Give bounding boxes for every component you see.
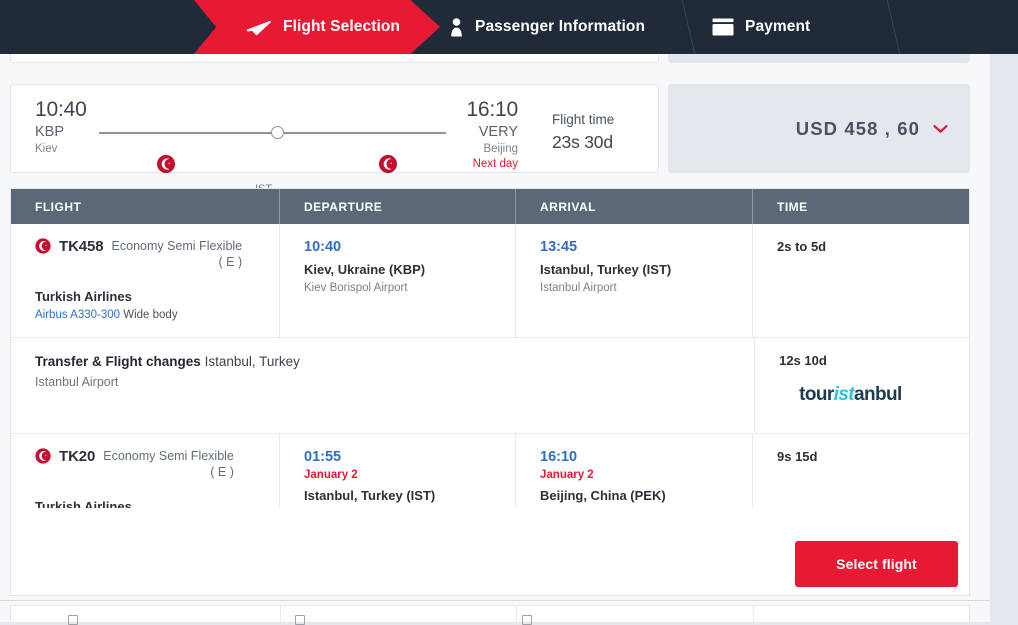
- tab-payment-label: Payment: [745, 18, 811, 35]
- airplane-icon: [246, 19, 272, 36]
- departure-cell: 10:40 Kiev, Ukraine (KBP) Kiev Borispol …: [280, 224, 516, 337]
- person-icon: [449, 17, 464, 37]
- placeholder-icon: [68, 615, 78, 625]
- time-cell: 2s to 5d: [753, 224, 969, 337]
- tab-payment[interactable]: Payment: [712, 0, 810, 54]
- summary-arrival-code: VERY: [478, 124, 518, 140]
- arrival-time: 16:10: [540, 449, 578, 465]
- touristanbul-logo-part2: ist: [833, 384, 855, 405]
- fare-family: Economy Semi Flexible ( E ): [112, 238, 243, 270]
- arrival-airport: Istanbul Airport: [540, 282, 617, 294]
- summary-flight-time-value: 23s 30d: [552, 132, 613, 152]
- flight-number: TK458: [59, 238, 104, 255]
- tab-flight-selection[interactable]: Flight Selection: [194, 0, 440, 54]
- stepper-separator: [647, 0, 697, 54]
- arrival-city: Istanbul, Turkey (IST): [540, 262, 672, 277]
- touristanbul-logo-part1: tour: [799, 384, 834, 405]
- booking-class: ( E ): [218, 255, 243, 269]
- column-divider: [280, 606, 281, 623]
- time-cell: 12s 10d touristanbul: [755, 338, 969, 433]
- chevron-down-icon[interactable]: [933, 124, 948, 134]
- transfer-cell: Transfer & Flight changes Istanbul, Turk…: [11, 338, 756, 433]
- transfer-location: Istanbul, Turkey: [204, 354, 300, 369]
- placeholder-icon: [522, 615, 532, 625]
- departure-city: Kiev, Ukraine (KBP): [304, 262, 426, 277]
- aircraft-link[interactable]: Airbus A330-300: [35, 309, 120, 321]
- tab-passenger-information-label: Passenger Information: [475, 18, 646, 35]
- departure-time: 01:55: [304, 449, 342, 465]
- tab-flight-selection-label: Flight Selection: [283, 18, 400, 35]
- transfer-title-label: Transfer & Flight changes: [35, 354, 201, 369]
- fare-family-name: Economy Semi Flexible: [103, 449, 234, 463]
- flight-details-table: FLIGHT DEPARTURE ARRIVAL TIME TK458 Econ…: [10, 188, 970, 548]
- column-header-departure: DEPARTURE: [280, 189, 516, 224]
- arrival-time: 13:45: [540, 239, 578, 255]
- transfer-airport: Istanbul Airport: [35, 375, 119, 389]
- aircraft-info: Airbus A330-300 Wide body: [35, 308, 279, 323]
- credit-card-icon: [712, 18, 734, 36]
- select-flight-button[interactable]: Select flight: [795, 541, 958, 587]
- arrival-date: January 2: [540, 469, 594, 481]
- stepper-separator: [852, 0, 902, 54]
- summary-arrival-time: 16:10: [466, 98, 518, 121]
- itinerary-summary-card[interactable]: 10:40 KBP Kiev IST 16:10 VERY: [10, 84, 659, 195]
- column-header-flight: FLIGHT: [11, 189, 280, 224]
- summary-arrival: 16:10 VERY Beijing Next day: [452, 99, 518, 172]
- arrival-city: Beijing, China (PEK): [540, 488, 666, 503]
- select-flight-footer: Select flight: [10, 508, 970, 596]
- section-divider: [0, 600, 990, 601]
- flight-cell: TK458 Economy Semi Flexible ( E ) Turkis…: [11, 224, 280, 337]
- route-stop-marker: [271, 126, 284, 139]
- turkish-airlines-logo: [157, 155, 175, 178]
- table-row[interactable]: Transfer & Flight changes Istanbul, Turk…: [11, 338, 969, 434]
- column-header-time: TIME: [777, 199, 808, 214]
- summary-arrival-next-day: Next day: [472, 158, 518, 170]
- table-header-row: FLIGHT DEPARTURE ARRIVAL TIME: [11, 189, 969, 224]
- turkish-airlines-logo: [379, 155, 397, 178]
- departure-city: Istanbul, Turkey (IST): [304, 488, 436, 503]
- checkout-stepper: Flight Selection Passenger Information P…: [0, 0, 1018, 54]
- turkish-airlines-logo: [35, 448, 51, 469]
- flight-selection-page: 10:40 KBP Kiev IST 16:10 VERY: [0, 54, 990, 625]
- page-background-gutter: [990, 54, 1018, 622]
- flight-number: TK20: [59, 448, 96, 465]
- price-box[interactable]: USD 458 , 60: [668, 84, 970, 173]
- column-header-arrival: ARRIVAL: [516, 189, 753, 224]
- next-itinerary-table-peek[interactable]: [10, 605, 970, 625]
- touristanbul-logo-part3: anbul: [854, 384, 902, 405]
- column-divider: [516, 606, 517, 623]
- column-divider: [753, 606, 754, 623]
- summary-departure-city: Kiev: [35, 143, 58, 155]
- tab-passenger-information[interactable]: Passenger Information: [449, 0, 645, 54]
- previous-price-box-peek[interactable]: [668, 54, 970, 63]
- booking-class: ( E ): [210, 465, 234, 479]
- touristanbul-logo[interactable]: touristanbul: [779, 384, 969, 406]
- summary-departure: 10:40 KBP Kiev: [35, 99, 87, 157]
- table-row[interactable]: TK458 Economy Semi Flexible ( E ) Turkis…: [11, 224, 969, 338]
- aircraft-body-type: Wide body: [123, 309, 178, 321]
- summary-departure-time: 10:40: [35, 98, 87, 121]
- segment-duration: 9s 15d: [777, 449, 818, 464]
- price-value: USD 458 , 60: [795, 117, 920, 139]
- fare-family-name: Economy Semi Flexible: [111, 239, 243, 253]
- turkish-airlines-logo: [35, 238, 51, 259]
- previous-itinerary-card-peek[interactable]: [10, 54, 659, 63]
- airline-name: Turkish Airlines: [35, 289, 132, 304]
- segment-duration: 2s to 5d: [777, 239, 827, 254]
- summary-flight-time: Flight time 23s 30d: [552, 110, 614, 154]
- departure-time: 10:40: [304, 239, 342, 255]
- transfer-title: Transfer & Flight changes Istanbul, Turk…: [35, 352, 754, 371]
- fare-family: Economy Semi Flexible ( E ): [103, 448, 234, 480]
- transfer-duration: 12s 10d: [779, 353, 827, 368]
- summary-arrival-city: Beijing: [483, 143, 518, 155]
- placeholder-icon: [295, 615, 305, 625]
- departure-date: January 2: [304, 469, 358, 481]
- departure-airport: Kiev Borispol Airport: [304, 282, 408, 294]
- arrival-cell: 13:45 Istanbul, Turkey (IST) Istanbul Ai…: [516, 224, 753, 337]
- summary-departure-code: KBP: [35, 124, 65, 140]
- summary-flight-time-label: Flight time: [552, 112, 615, 127]
